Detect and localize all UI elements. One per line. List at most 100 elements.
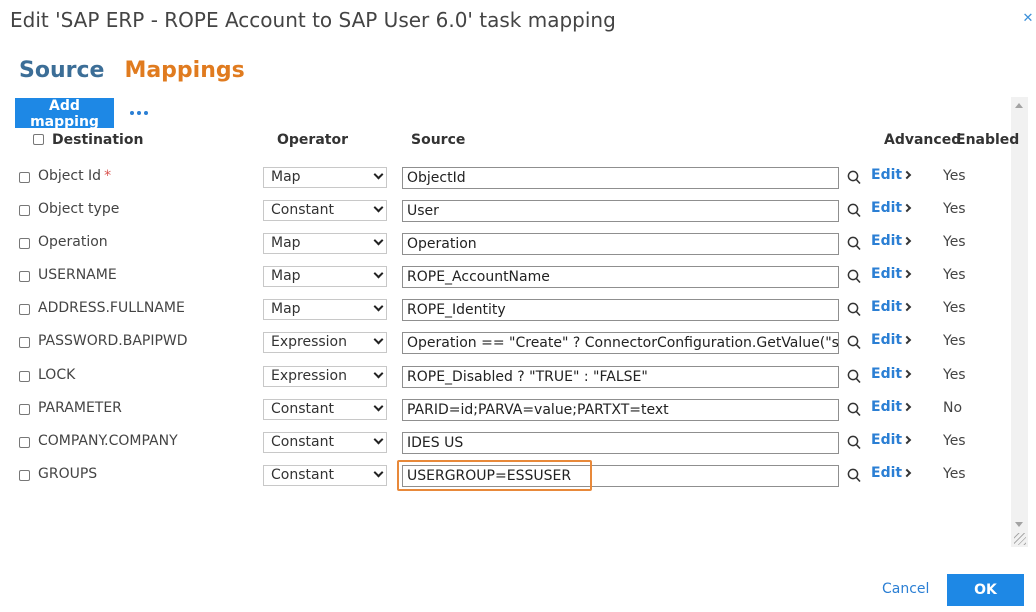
row-checkbox[interactable] (19, 470, 30, 481)
destination-text: ADDRESS.FULLNAME (38, 300, 185, 316)
source-input[interactable]: User (402, 200, 839, 222)
advanced-edit-link[interactable]: Edit (871, 366, 912, 382)
search-icon[interactable] (847, 269, 861, 285)
search-icon[interactable] (847, 369, 861, 385)
chevron-right-icon (902, 203, 912, 213)
advanced-edit-link[interactable]: Edit (871, 233, 912, 249)
search-icon[interactable] (847, 402, 861, 418)
chevron-right-icon (902, 269, 912, 279)
chevron-down-icon (373, 434, 384, 445)
source-input[interactable]: ObjectId (402, 167, 839, 189)
operator-select[interactable]: Map (263, 266, 387, 287)
row-checkbox[interactable] (19, 271, 30, 282)
search-icon[interactable] (847, 236, 861, 252)
destination-label: PARAMETER (38, 400, 122, 416)
enabled-value: No (943, 400, 963, 416)
operator-value: Map (271, 268, 301, 284)
edit-label: Edit (871, 366, 903, 382)
advanced-edit-link[interactable]: Edit (871, 332, 912, 348)
destination-text: Object type (38, 201, 120, 217)
operator-value: Constant (271, 467, 334, 483)
operator-select[interactable]: Expression (263, 332, 387, 353)
chevron-down-icon (373, 401, 384, 412)
operator-value: Expression (271, 334, 347, 350)
row-checkbox[interactable] (19, 371, 30, 382)
edit-label: Edit (871, 332, 903, 348)
row-checkbox[interactable] (19, 404, 30, 415)
search-icon[interactable] (847, 468, 861, 484)
table-row: GROUPS Constant USERGROUP=ESSUSER Edit Yes (0, 460, 1010, 498)
advanced-edit-link[interactable]: Edit (871, 200, 912, 216)
edit-label: Edit (871, 399, 903, 415)
source-input[interactable]: ROPE_Disabled ? "TRUE" : "FALSE" (402, 366, 839, 388)
source-input[interactable]: ROPE_Identity (402, 299, 839, 321)
operator-select[interactable]: Constant (263, 200, 387, 221)
operator-select[interactable]: Map (263, 233, 387, 254)
cancel-button[interactable]: Cancel (882, 581, 929, 597)
advanced-edit-link[interactable]: Edit (871, 266, 912, 282)
row-checkbox[interactable] (19, 437, 30, 448)
search-icon[interactable] (847, 302, 861, 318)
row-checkbox[interactable] (19, 205, 30, 216)
source-input[interactable]: PARID=id;PARVA=value;PARTXT=text (402, 399, 839, 421)
operator-select[interactable]: Map (263, 299, 387, 320)
chevron-right-icon (902, 335, 912, 345)
select-all-checkbox[interactable] (33, 134, 44, 145)
row-checkbox[interactable] (19, 172, 30, 183)
operator-value: Map (271, 235, 301, 251)
search-icon[interactable] (847, 203, 861, 219)
table-row: ADDRESS.FULLNAME Map ROPE_Identity Edit Yes (0, 299, 1010, 332)
source-input[interactable]: Operation == "Create" ? ConnectorConfigu… (402, 332, 839, 354)
enabled-value: Yes (943, 333, 966, 349)
enabled-value: Yes (943, 367, 966, 383)
search-icon[interactable] (847, 170, 861, 186)
source-input[interactable]: USERGROUP=ESSUSER (402, 465, 839, 487)
table-row: PASSWORD.BAPIPWD Expression Operation == "… (0, 332, 1010, 365)
operator-value: Constant (271, 401, 334, 417)
chevron-down-icon (373, 334, 384, 345)
destination-label: Operation (38, 234, 108, 250)
chevron-down-icon (373, 202, 384, 213)
ok-button[interactable]: OK (947, 574, 1024, 606)
edit-label: Edit (871, 465, 903, 481)
edit-label: Edit (871, 200, 903, 216)
advanced-edit-link[interactable]: Edit (871, 399, 912, 415)
destination-label: LOCK (38, 367, 75, 383)
enabled-value: Yes (943, 433, 966, 449)
operator-select[interactable]: Constant (263, 432, 387, 453)
row-checkbox[interactable] (19, 304, 30, 315)
destination-text: PASSWORD.BAPIPWD (38, 333, 188, 349)
operator-select[interactable]: Expression (263, 366, 387, 387)
enabled-value: Yes (943, 168, 966, 184)
chevron-right-icon (902, 369, 912, 379)
destination-label: Object type (38, 201, 119, 217)
operator-select[interactable]: Constant (263, 465, 387, 486)
operator-value: Map (271, 169, 301, 185)
advanced-edit-link[interactable]: Edit (871, 432, 912, 448)
destination-text: GROUPS (38, 466, 98, 482)
source-input[interactable]: Operation (402, 233, 839, 255)
operator-select[interactable]: Constant (263, 399, 387, 420)
destination-text: COMPANY.COMPANY (38, 433, 178, 449)
advanced-edit-link[interactable]: Edit (871, 465, 912, 481)
required-marker: * (104, 168, 112, 184)
destination-text: Object Id (38, 168, 102, 184)
advanced-edit-link[interactable]: Edit (871, 167, 912, 183)
row-checkbox[interactable] (19, 238, 30, 249)
row-checkbox[interactable] (19, 337, 30, 348)
enabled-value: Yes (943, 300, 966, 316)
edit-label: Edit (871, 233, 903, 249)
operator-value: Expression (271, 368, 347, 384)
operator-select[interactable]: Map (263, 167, 387, 188)
edit-label: Edit (871, 432, 903, 448)
column-enabled: Enabled (956, 132, 1020, 148)
search-icon[interactable] (847, 335, 861, 351)
column-advanced: Advanced (884, 132, 962, 148)
enabled-value: Yes (943, 201, 966, 217)
source-input[interactable]: IDES US (402, 432, 839, 454)
source-input[interactable]: ROPE_AccountName (402, 266, 839, 288)
search-icon[interactable] (847, 435, 861, 451)
destination-label: Object Id * (38, 168, 111, 184)
chevron-right-icon (902, 170, 912, 180)
advanced-edit-link[interactable]: Edit (871, 299, 912, 315)
